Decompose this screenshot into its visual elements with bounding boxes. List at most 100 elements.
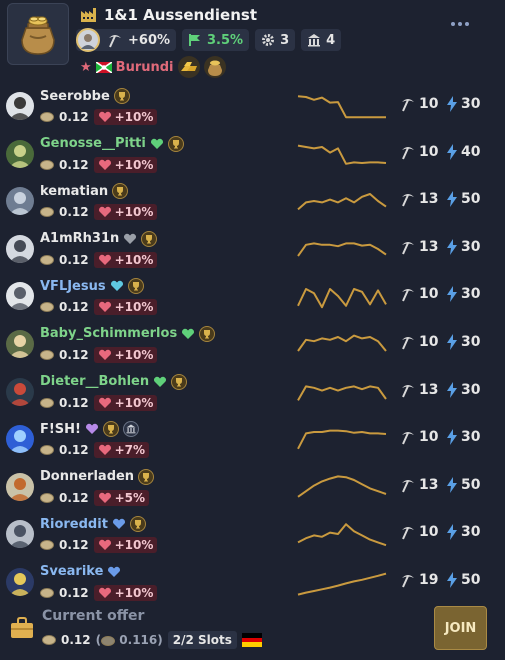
member-row[interactable]: Dieter__Bohlen 0.12 +10% 13 30 xyxy=(0,372,505,420)
gears-pill[interactable]: 3 xyxy=(255,29,296,51)
heart-icon xyxy=(98,444,111,456)
heart-icon xyxy=(98,397,111,408)
trophy-icon xyxy=(171,373,188,390)
member-avatar[interactable] xyxy=(6,234,34,263)
slots-badge: 2/2 Slots xyxy=(167,631,237,649)
productivity-sparkline xyxy=(297,193,387,211)
trophy-icon xyxy=(102,421,119,438)
member-price: 0.12 xyxy=(59,585,89,600)
member-avatar[interactable] xyxy=(6,567,34,596)
member-row[interactable]: Rioreddit 0.12 +10% 10 30 xyxy=(0,514,505,562)
member-row[interactable]: VFLJesus 0.12 +10% 10 30 xyxy=(0,276,505,324)
member-avatar[interactable] xyxy=(6,377,34,406)
member-avatar[interactable] xyxy=(6,472,34,501)
member-avatar[interactable] xyxy=(6,329,34,358)
mining-level: 13 xyxy=(400,189,438,209)
member-name[interactable]: Rioreddit xyxy=(40,517,108,532)
flag-percent: 3.5% xyxy=(207,32,244,48)
coin-icon xyxy=(40,207,54,218)
trophy-icon xyxy=(129,516,146,533)
pickaxe-icon xyxy=(402,432,414,445)
member-price: 0.12 xyxy=(59,395,89,410)
energy-level-value: 30 xyxy=(461,238,481,255)
productivity-sparkline xyxy=(297,242,387,257)
building-icon xyxy=(308,34,321,47)
buildings-pill[interactable]: 4 xyxy=(301,29,342,51)
bank-icon xyxy=(122,421,139,438)
member-name[interactable]: VFLJesus xyxy=(40,279,106,294)
factory-tile[interactable] xyxy=(7,3,69,65)
heart-green-icon xyxy=(154,376,167,387)
energy-level: 30 xyxy=(446,237,480,257)
heart-icon xyxy=(98,302,111,313)
flag-pill[interactable]: 3.5% xyxy=(182,29,250,51)
coin-icon xyxy=(40,159,54,170)
member-name[interactable]: A1mRh31n xyxy=(40,231,119,246)
member-bonus-badge: +10% xyxy=(93,346,158,363)
member-row[interactable]: A1mRh31n 0.12 +10% 13 30 xyxy=(0,229,505,277)
leader-avatar[interactable] xyxy=(76,28,100,52)
coin-icon xyxy=(40,397,54,408)
member-name[interactable]: Donnerladen xyxy=(40,469,134,484)
pickaxe-icon xyxy=(402,527,414,540)
gold-bars-icon[interactable] xyxy=(177,56,200,78)
member-avatar[interactable] xyxy=(6,139,34,168)
bonus-pill[interactable]: +60% xyxy=(76,28,177,52)
member-name[interactable]: Seerobbe xyxy=(40,89,110,104)
member-row[interactable]: Donnerladen 0.12 +5% 13 50 xyxy=(0,467,505,515)
join-button[interactable]: JOIN xyxy=(434,606,487,650)
more-options-button[interactable] xyxy=(449,16,471,32)
member-name-row: Donnerladen xyxy=(40,468,155,486)
buildings-count: 4 xyxy=(326,32,336,48)
member-row[interactable]: kematian 0.12 +10% 13 50 xyxy=(0,181,505,229)
heart-blue-icon xyxy=(108,566,121,577)
heart-green-icon xyxy=(182,328,195,339)
member-bonus-badge: +10% xyxy=(93,109,158,125)
coin-sack-icon xyxy=(21,16,55,55)
coin-icon xyxy=(40,302,54,313)
member-avatar[interactable] xyxy=(6,425,34,454)
energy-level-value: 30 xyxy=(461,333,481,350)
energy-level-value: 30 xyxy=(461,381,481,398)
pickaxe-icon xyxy=(109,35,121,48)
member-bonus-badge: +10% xyxy=(93,251,158,268)
member-price: 0.12 xyxy=(59,538,89,553)
energy-level: 50 xyxy=(446,189,480,209)
member-row[interactable]: Genosse__Pitti 0.12 +10% 10 40 xyxy=(0,134,505,182)
member-row[interactable]: Baby_Schimmerlos 0.12 +10% 10 30 xyxy=(0,324,505,372)
member-name[interactable]: F!SH! xyxy=(40,422,81,437)
mining-level-value: 19 xyxy=(419,571,439,588)
member-name[interactable]: Baby_Schimmerlos xyxy=(40,326,177,341)
member-name[interactable]: Svearike xyxy=(40,564,103,579)
member-price-row: 0.12 +10% xyxy=(40,394,158,412)
member-bonus-badge: +10% xyxy=(93,156,158,173)
energy-level-value: 30 xyxy=(461,524,481,541)
member-name[interactable]: Dieter__Bohlen xyxy=(40,374,149,389)
energy-level-value: 50 xyxy=(461,571,481,588)
member-avatar[interactable] xyxy=(6,520,34,549)
mining-level: 10 xyxy=(400,522,438,542)
member-avatar[interactable] xyxy=(6,282,34,311)
lightning-icon xyxy=(447,476,457,493)
coin-sack-resource-icon[interactable] xyxy=(203,56,226,78)
member-bonus: +5% xyxy=(114,490,146,505)
member-bonus-badge: +10% xyxy=(93,584,158,601)
member-name[interactable]: Genosse__Pitti xyxy=(40,136,146,151)
star-icon: ★ xyxy=(80,59,92,75)
trophy-icon xyxy=(113,88,130,104)
member-price-row: 0.12 +10% xyxy=(40,108,158,126)
member-bonus: +10% xyxy=(114,347,154,362)
member-avatar[interactable] xyxy=(6,187,34,216)
member-row[interactable]: F!SH! 0.12 +7% 10 30 xyxy=(0,419,505,467)
member-row[interactable]: Seerobbe 0.12 +10% 10 30 xyxy=(0,86,505,134)
productivity-sparkline xyxy=(297,572,387,596)
energy-level-value: 40 xyxy=(461,143,481,160)
mining-level-value: 10 xyxy=(419,96,439,112)
member-price: 0.12 xyxy=(59,110,89,124)
member-avatar[interactable] xyxy=(6,92,34,120)
member-name[interactable]: kematian xyxy=(40,184,108,199)
heart-icon xyxy=(98,349,111,360)
member-name-row: A1mRh31n xyxy=(40,230,158,248)
productivity-sparkline xyxy=(297,288,387,309)
factory-icon xyxy=(81,8,96,22)
